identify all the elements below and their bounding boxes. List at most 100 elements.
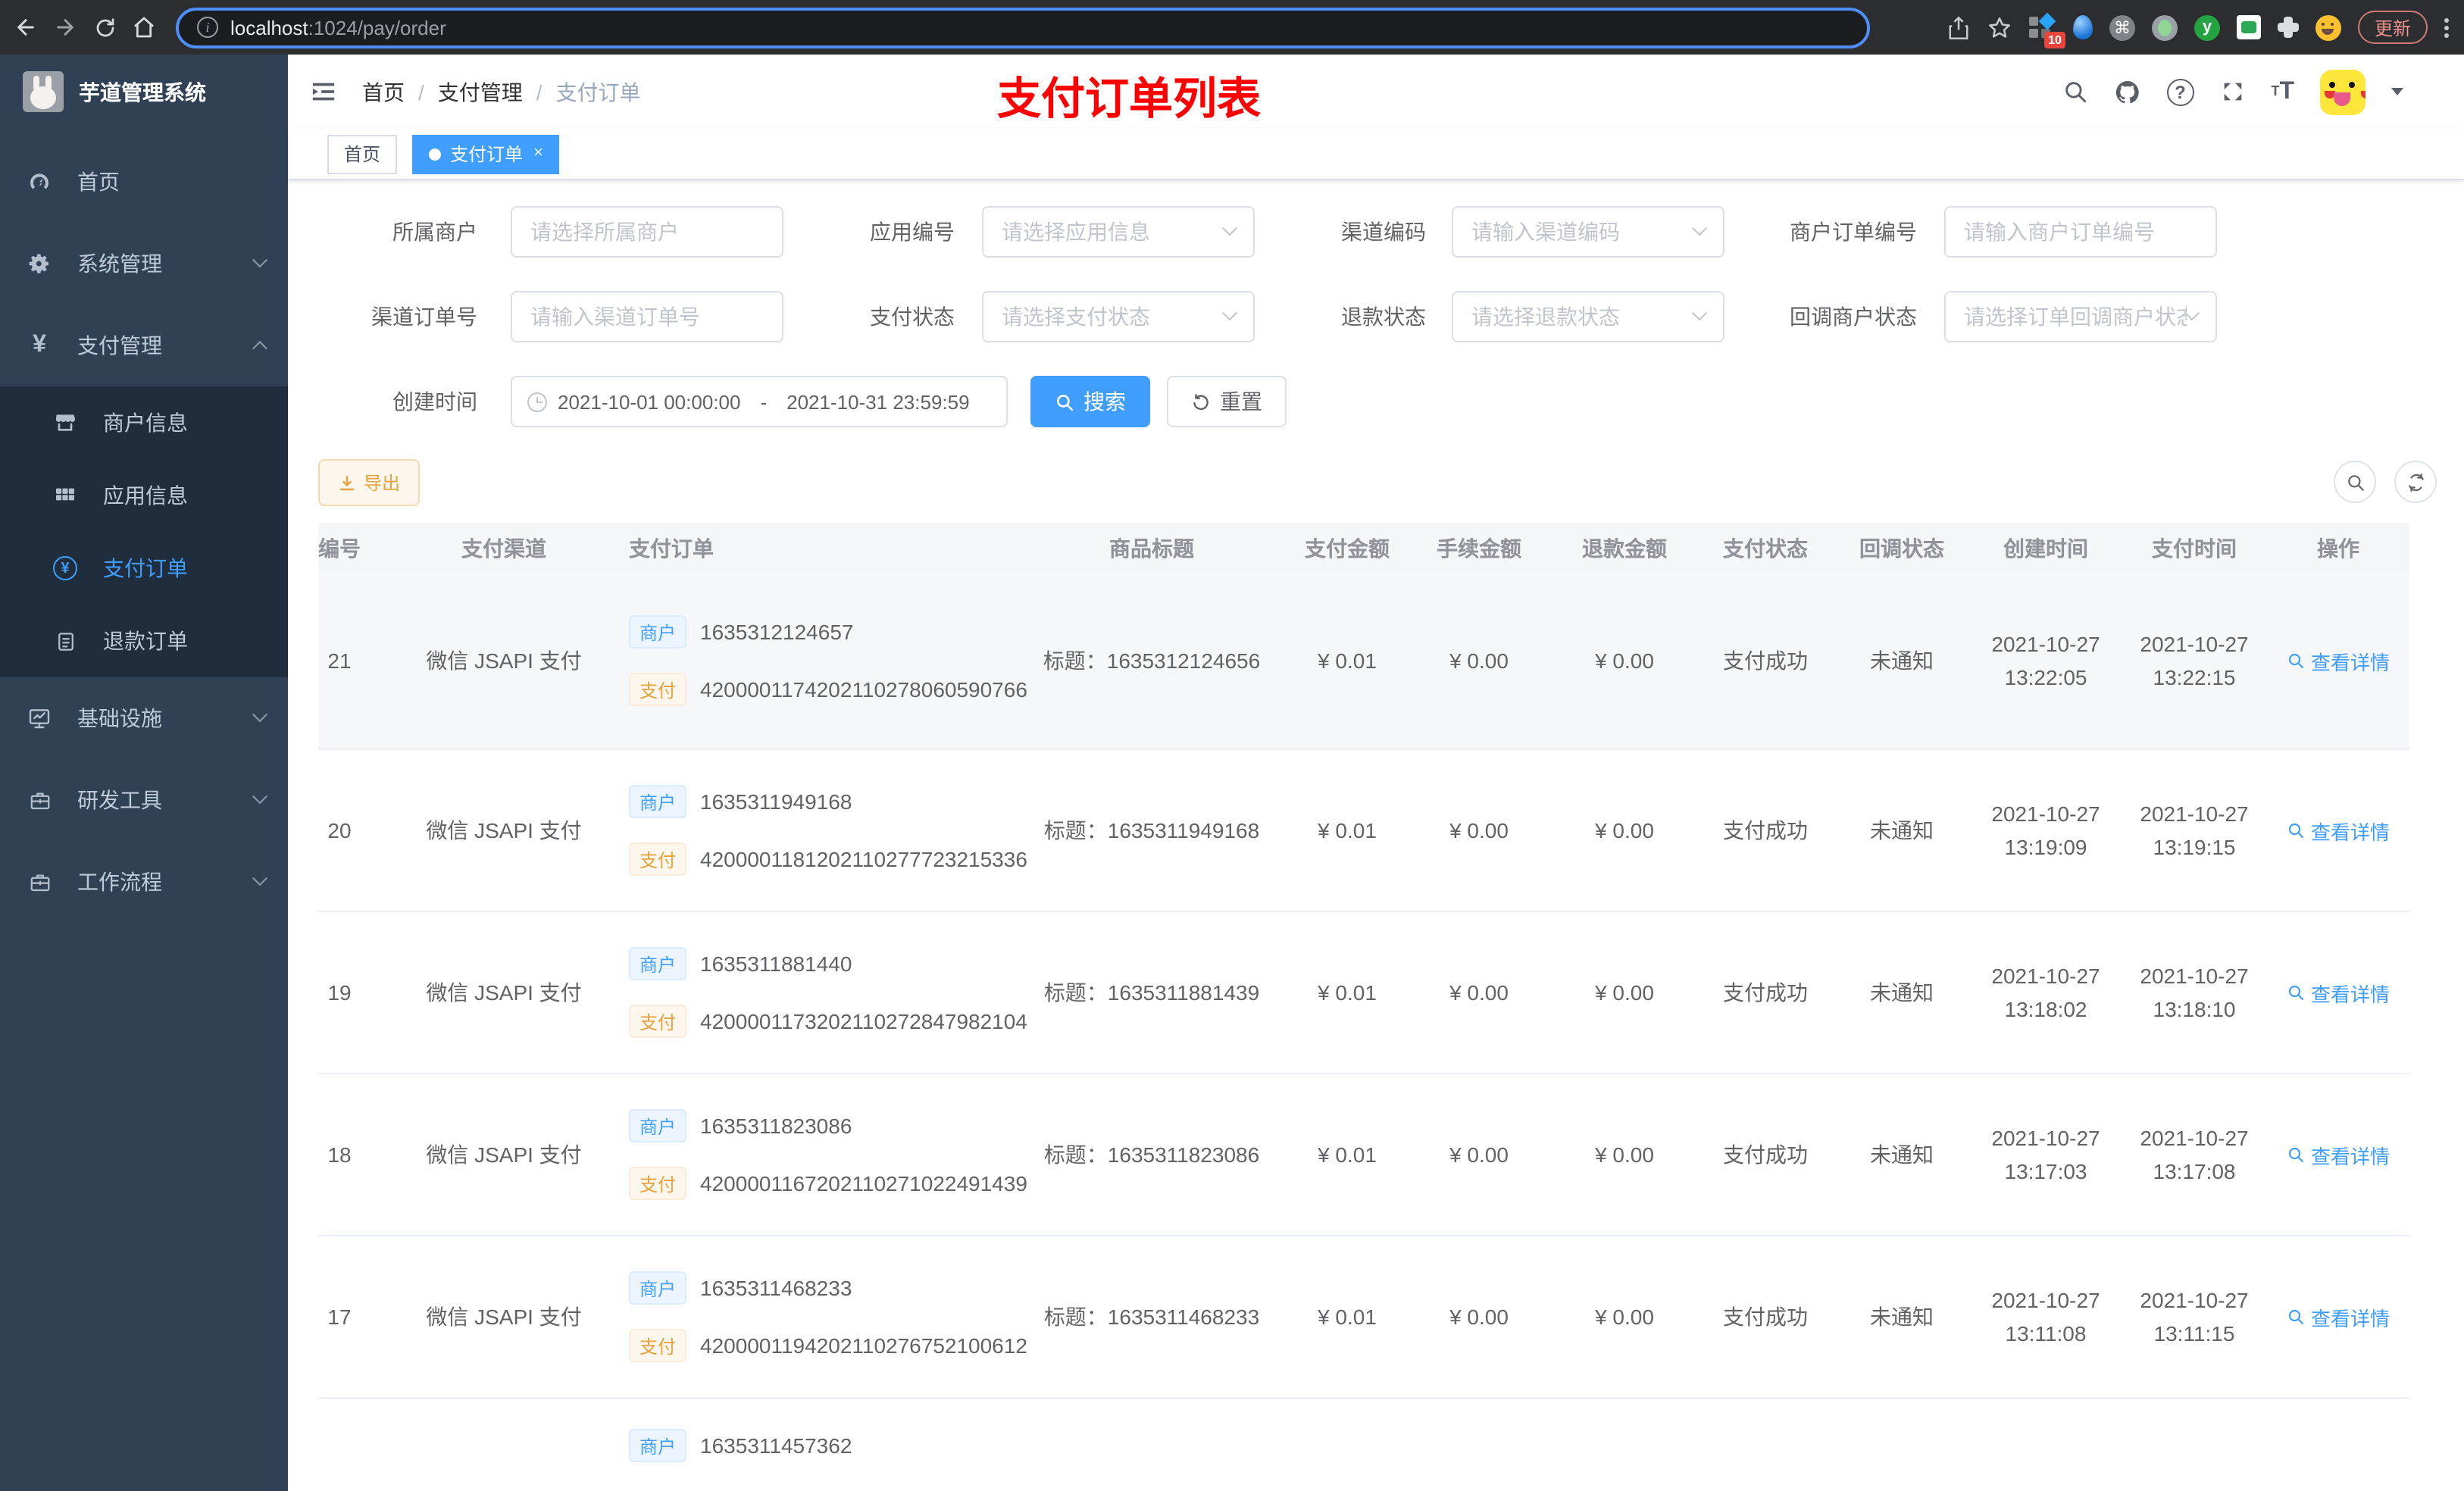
pay-channel: 微信 JSAPI 支付 — [426, 1305, 582, 1329]
sidebar-toggle-icon[interactable] — [311, 79, 336, 105]
chevron-down-icon — [1692, 305, 1707, 320]
refund-amount: ¥ 0.00 — [1595, 1305, 1654, 1329]
avatar-caret-icon[interactable] — [2391, 88, 2403, 95]
extension-pin-icon[interactable] — [2072, 15, 2093, 39]
sidebar-item-2[interactable]: ¥ 支付管理 — [0, 305, 288, 386]
extension-tabs-icon[interactable]: 10 — [2028, 12, 2065, 48]
user-avatar[interactable] — [2320, 69, 2366, 114]
browser-update-button[interactable]: 更新 — [2357, 11, 2428, 44]
filter-group-row2-2: 退款状态 请选择退款状态 — [1255, 291, 1724, 342]
browser-back-icon[interactable] — [9, 11, 42, 44]
page-title: 支付订单列表 — [997, 76, 1262, 124]
column-header-9: 创建时间 — [2003, 536, 2088, 560]
filter-input[interactable]: 请输入商户订单编号 — [1944, 206, 2217, 258]
address-bar[interactable]: i localhost:1024/pay/order — [176, 7, 1870, 48]
extension-command-icon[interactable]: ⌘ — [2109, 14, 2135, 40]
breadcrumb-item-0[interactable]: 首页 — [362, 77, 405, 107]
column-header-3: 商品标题 — [1109, 536, 1194, 560]
sidebar-item-0[interactable]: 首页 — [0, 141, 288, 223]
table-row-5: 商户 1635311457362 — [318, 1399, 2409, 1491]
pay-order-no: 4200001194202110276752100612 — [700, 1333, 1027, 1358]
extension-y-icon[interactable]: y — [2194, 14, 2220, 40]
tab-close-icon[interactable]: × — [533, 145, 543, 162]
sidebar-item-5[interactable]: ¥ 支付订单 — [0, 532, 288, 605]
font-size-icon[interactable]: TT — [2271, 79, 2294, 104]
view-detail-link[interactable]: 查看详情 — [2287, 816, 2390, 845]
tab-label: 支付订单 — [450, 144, 524, 165]
pay-order-no: 4200001167202110271022491439 — [700, 1171, 1027, 1196]
sidebar-item-6[interactable]: 退款订单 — [0, 605, 288, 677]
browser-home-icon[interactable] — [127, 11, 161, 44]
filter-select[interactable]: 请输入渠道编码 — [1452, 206, 1724, 258]
filter-input[interactable]: 请选择所属商户 — [511, 206, 783, 258]
navbar-actions: ? TT — [2062, 69, 2403, 114]
order-id: 18 — [327, 1142, 352, 1167]
view-detail-link[interactable]: 查看详情 — [2287, 1302, 2390, 1331]
sidebar-item-4[interactable]: 应用信息 — [0, 459, 288, 532]
share-icon[interactable] — [1947, 14, 1970, 40]
sidebar-item-label: 支付订单 — [103, 556, 188, 580]
chevron-down-icon — [1692, 220, 1707, 236]
extensions-puzzle-icon[interactable] — [2277, 17, 2299, 38]
pay-amount: ¥ 0.01 — [1318, 818, 1377, 842]
sidebar-item-label: 系统管理 — [77, 252, 162, 276]
app-title: 芋道管理系统 — [79, 80, 206, 104]
refresh-icon-button[interactable] — [2394, 461, 2437, 503]
tab-label: 首页 — [344, 144, 381, 165]
extension-recorder-icon[interactable] — [2151, 14, 2178, 40]
filter-group-row1-2: 渠道编码 请输入渠道编码 — [1255, 206, 1724, 258]
extension-chat-icon[interactable] — [2236, 15, 2261, 39]
sidebar-submenu: 商户信息 应用信息 ¥ 支付订单 退款订单 — [0, 386, 288, 677]
search-icon[interactable] — [2062, 79, 2087, 105]
reset-button[interactable]: 重置 — [1167, 376, 1287, 427]
tab-0[interactable]: 首页 — [327, 134, 398, 173]
sidebar-item-3[interactable]: 商户信息 — [0, 386, 288, 459]
tab-1[interactable]: 支付订单 × — [412, 134, 560, 173]
filter-select[interactable]: 请选择支付状态 — [982, 291, 1255, 342]
pay-time: 2021-10-27 13:18:10 — [2140, 964, 2249, 1021]
create-time-label: 创建时间 — [392, 389, 477, 414]
breadcrumb-item-1[interactable]: 支付管理 — [438, 77, 523, 107]
sidebar-item-1[interactable]: 系统管理 — [0, 223, 288, 305]
filter-select[interactable]: 请选择订单回调商户状态 — [1944, 291, 2217, 342]
filter-input[interactable]: 请输入渠道订单号 — [511, 291, 783, 342]
export-button[interactable]: 导出 — [318, 459, 421, 506]
placeholder-text: 请选择应用信息 — [1002, 220, 1150, 244]
gear-icon — [23, 252, 56, 276]
chevron-down-icon — [1222, 220, 1237, 236]
page-info-icon[interactable]: i — [197, 17, 218, 38]
pay-order-cell: 商户 1635312124657 支付 42000011742021102780605… — [606, 615, 1027, 706]
table-row-4: 17 微信 JSAPI 支付 商户 1635311468233 支付 4200001194… — [318, 1236, 2409, 1399]
order-id: 17 — [327, 1305, 352, 1329]
hide-search-icon-button[interactable] — [2334, 461, 2376, 503]
pay-tag: 支付 — [629, 673, 687, 706]
product-title: 标题：1635311823086 — [1043, 1142, 1260, 1167]
filter-label: 所属商户 — [392, 220, 477, 244]
view-detail-link[interactable]: 查看详情 — [2287, 1140, 2390, 1169]
filter-group-row2-1: 支付状态 请选择支付状态 — [783, 291, 1255, 342]
sidebar-item-9[interactable]: 工作流程 — [0, 841, 288, 923]
browser-forward-icon[interactable] — [48, 11, 82, 44]
help-icon[interactable]: ? — [2166, 78, 2194, 105]
filter-select[interactable]: 请选择应用信息 — [982, 206, 1255, 258]
profile-emoji-icon[interactable] — [2315, 14, 2341, 40]
extension-badge: 10 — [2044, 32, 2065, 48]
search-button[interactable]: 搜索 — [1030, 376, 1150, 427]
sidebar-item-7[interactable]: 基础设施 — [0, 677, 288, 759]
filter-select[interactable]: 请选择退款状态 — [1452, 291, 1724, 342]
github-icon[interactable] — [2113, 78, 2140, 105]
view-detail-link[interactable]: 查看详情 — [2287, 646, 2390, 675]
pay-amount: ¥ 0.01 — [1318, 1142, 1377, 1167]
app-logo[interactable]: 芋道管理系统 — [0, 55, 288, 129]
navbar: 首页 / 支付管理 / 支付订单 支付订单列表 ? TT — [288, 55, 2464, 129]
view-detail-link[interactable]: 查看详情 — [2287, 978, 2390, 1007]
column-header-11: 操作 — [2317, 536, 2359, 560]
fullscreen-icon[interactable] — [2219, 79, 2245, 105]
browser-menu-icon[interactable] — [2444, 17, 2449, 37]
bookmark-star-icon[interactable] — [1987, 14, 2012, 40]
document-icon — [48, 630, 82, 652]
browser-reload-icon[interactable] — [88, 11, 121, 44]
sidebar-item-8[interactable]: 研发工具 — [0, 759, 288, 841]
fee-amount: ¥ 0.00 — [1449, 649, 1509, 673]
date-range-input[interactable]: 2021-10-01 00:00:00 - 2021-10-31 23:59:5… — [511, 376, 1008, 427]
